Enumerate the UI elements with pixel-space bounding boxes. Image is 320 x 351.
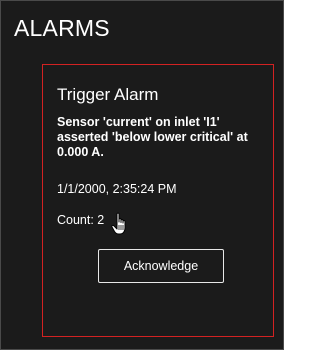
- alarm-card: Trigger Alarm Sensor 'current' on inlet …: [42, 64, 274, 337]
- panel-title: ALARMS: [14, 15, 110, 41]
- alarm-count: Count: 2: [57, 213, 105, 227]
- alarm-message: Sensor 'current' on inlet 'I1' asserted …: [57, 115, 248, 159]
- alarm-timestamp: 1/1/2000, 2:35:24 PM: [57, 182, 177, 196]
- alarms-panel: ALARMS Trigger Alarm Sensor 'current' on…: [0, 0, 284, 350]
- alarm-title: Trigger Alarm: [57, 85, 159, 104]
- acknowledge-button[interactable]: Acknowledge: [98, 249, 224, 283]
